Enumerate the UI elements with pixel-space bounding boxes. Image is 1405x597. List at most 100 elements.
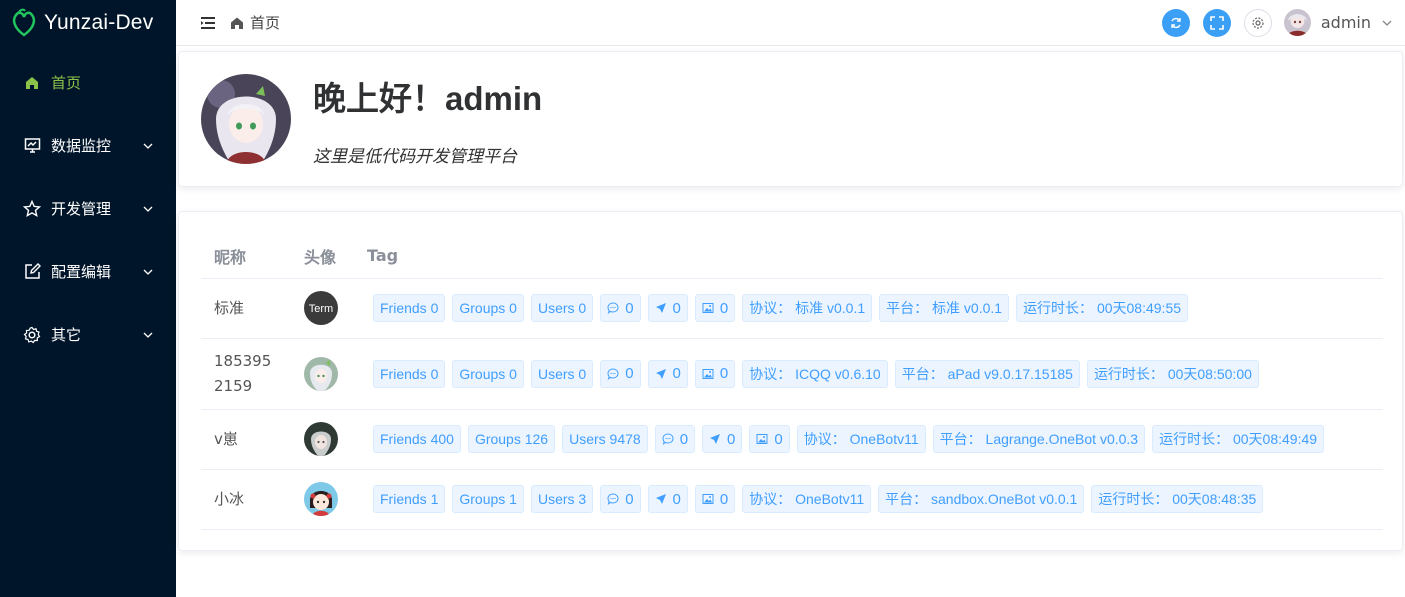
table-row: 小冰 Friends 1 Groups 1 Users 3 0 0 0 协议： … [201,469,1383,530]
sidebar-menu: 首页 数据监控 开发管理 配置编辑 其它 [0,51,176,366]
chevron-down-icon[interactable] [1381,17,1393,29]
table-row: 标准 Term Friends 0 Groups 0 Users 0 0 0 0… [201,278,1383,339]
image-count-tag: 0 [694,485,736,513]
top-header: 首页 admin [176,0,1405,46]
header-actions: admin [1149,8,1393,37]
sidebar-item-other[interactable]: 其它 [0,303,176,366]
friends-tag: Friends 0 [373,294,446,322]
app-title: Yunzai-Dev [44,11,154,34]
refresh-button[interactable] [1161,8,1190,37]
welcome-text: 晚上好！admin 这里是低代码开发管理平台 [313,72,542,167]
tag-list: Friends 1 Groups 1 Users 3 0 0 0 协议： One… [367,485,1383,513]
tag-list: Friends 0 Groups 0 Users 0 0 0 0 协议： ICQ… [367,359,1383,388]
friends-tag: Friends 0 [373,359,446,388]
user-avatar[interactable] [1283,9,1311,36]
sidebar: Yunzai-Dev 首页 数据监控 开发管理 配置编辑 其它 [0,0,176,597]
platform-tag: 平台： Lagrange.OneBot v0.0.3 [932,425,1146,453]
image-count-tag: 0 [694,294,736,322]
column-header-nickname: 昵称 [201,234,291,279]
uptime-tag: 运行时长： 00天08:48:35 [1091,485,1264,513]
bot-nickname: v崽 [214,429,238,448]
image-count-tag: 0 [694,359,736,388]
image-icon [702,303,714,313]
svg-text:Term: Term [309,303,333,315]
bot-table: 昵称 头像 Tag 标准 Term Friends 0 Groups 0 Use… [201,234,1383,530]
fullscreen-button[interactable] [1202,8,1231,37]
bot-table-card: 昵称 头像 Tag 标准 Term Friends 0 Groups 0 Use… [178,211,1403,551]
content: 晚上好！admin 这里是低代码开发管理平台 昵称 头像 Tag 标准 Term… [176,46,1405,551]
chevron-down-icon [143,206,153,212]
home-icon [231,17,243,29]
gear-icon [23,326,41,344]
protocol-tag: 协议： ICQQ v0.6.10 [742,359,888,388]
welcome-subtitle: 这里是低代码开发管理平台 [313,146,517,167]
breadcrumb-current[interactable]: 首页 [250,12,280,33]
protocol-tag: 协议： 标准 v0.0.1 [742,294,873,322]
send-icon [655,303,666,313]
image-icon [702,368,714,379]
platform-tag: 平台： aPad v9.0.17.15185 [894,359,1080,388]
greeting-heading: 晚上好！admin [313,79,543,117]
refresh-icon [1171,17,1181,28]
chevron-down-icon [143,143,153,149]
sidebar-item-label: 数据监控 [51,137,112,155]
table-row: v崽 Friends 400 Groups 126 Users 9478 0 0… [201,409,1383,470]
message-count-tag: 0 [600,485,641,513]
sidebar-item-config-edit[interactable]: 配置编辑 [0,240,176,303]
sidebar-item-dev-manage[interactable]: 开发管理 [0,177,176,240]
fullscreen-icon [1210,15,1224,30]
users-tag: Users 0 [530,359,594,388]
bot-avatar: Term [304,291,338,325]
send-icon [655,368,666,379]
send-icon [655,494,666,504]
users-tag: Users 0 [530,294,594,322]
sidebar-item-label: 开发管理 [51,200,112,218]
sent-count-tag: 0 [702,425,743,453]
image-icon [702,494,714,504]
users-tag: Users 9478 [562,425,648,453]
username[interactable]: admin [1321,13,1371,32]
settings-button[interactable] [1243,8,1272,37]
main-area: 首页 admin 晚上好！admin 这里是低代码开发管理平台 昵称 头像 Ta… [176,0,1405,597]
groups-tag: Groups 126 [467,425,556,453]
app-logo[interactable]: Yunzai-Dev [0,0,176,46]
message-count-tag: 0 [600,359,641,388]
send-icon [710,434,721,444]
star-icon [23,199,41,218]
bot-nickname: 小冰 [214,489,245,508]
friends-tag: Friends 1 [373,485,446,513]
chat-icon [607,367,619,380]
protocol-tag: 协议： OneBotv11 [742,485,872,513]
menu-fold-icon[interactable] [200,16,216,30]
sent-count-tag: 0 [647,485,688,513]
bot-avatar [304,356,338,391]
message-count-tag: 0 [654,425,696,453]
message-count-tag: 0 [600,294,641,322]
profile-avatar [201,74,291,164]
gear-icon [1252,16,1264,29]
sent-count-tag: 0 [647,359,688,388]
users-tag: Users 3 [530,485,594,513]
uptime-tag: 运行时长： 00天08:49:49 [1152,425,1325,453]
chevron-down-icon [143,269,153,275]
column-header-tag: Tag [354,234,1383,279]
sidebar-item-label: 其它 [51,326,82,344]
tag-list: Friends 400 Groups 126 Users 9478 0 0 0 … [367,425,1383,453]
chevron-down-icon [143,332,153,338]
image-count-tag: 0 [749,425,790,453]
bot-avatar [304,482,338,516]
image-icon [756,434,768,444]
sidebar-item-data-monitor[interactable]: 数据监控 [0,114,176,177]
table-row: 1853952159 Friends 0 Groups 0 Users 0 0 … [201,338,1383,410]
chat-icon [607,493,619,505]
groups-tag: Groups 0 [452,294,524,322]
home-icon [23,74,41,92]
groups-tag: Groups 0 [452,359,524,388]
tag-list: Friends 0 Groups 0 Users 0 0 0 0 协议： 标准 … [367,294,1383,322]
bot-avatar [304,422,338,456]
sidebar-item-label: 首页 [51,74,82,92]
groups-tag: Groups 1 [452,485,524,513]
welcome-card: 晚上好！admin 这里是低代码开发管理平台 [178,51,1403,187]
sidebar-item-home[interactable]: 首页 [0,51,176,114]
sent-count-tag: 0 [647,294,688,322]
